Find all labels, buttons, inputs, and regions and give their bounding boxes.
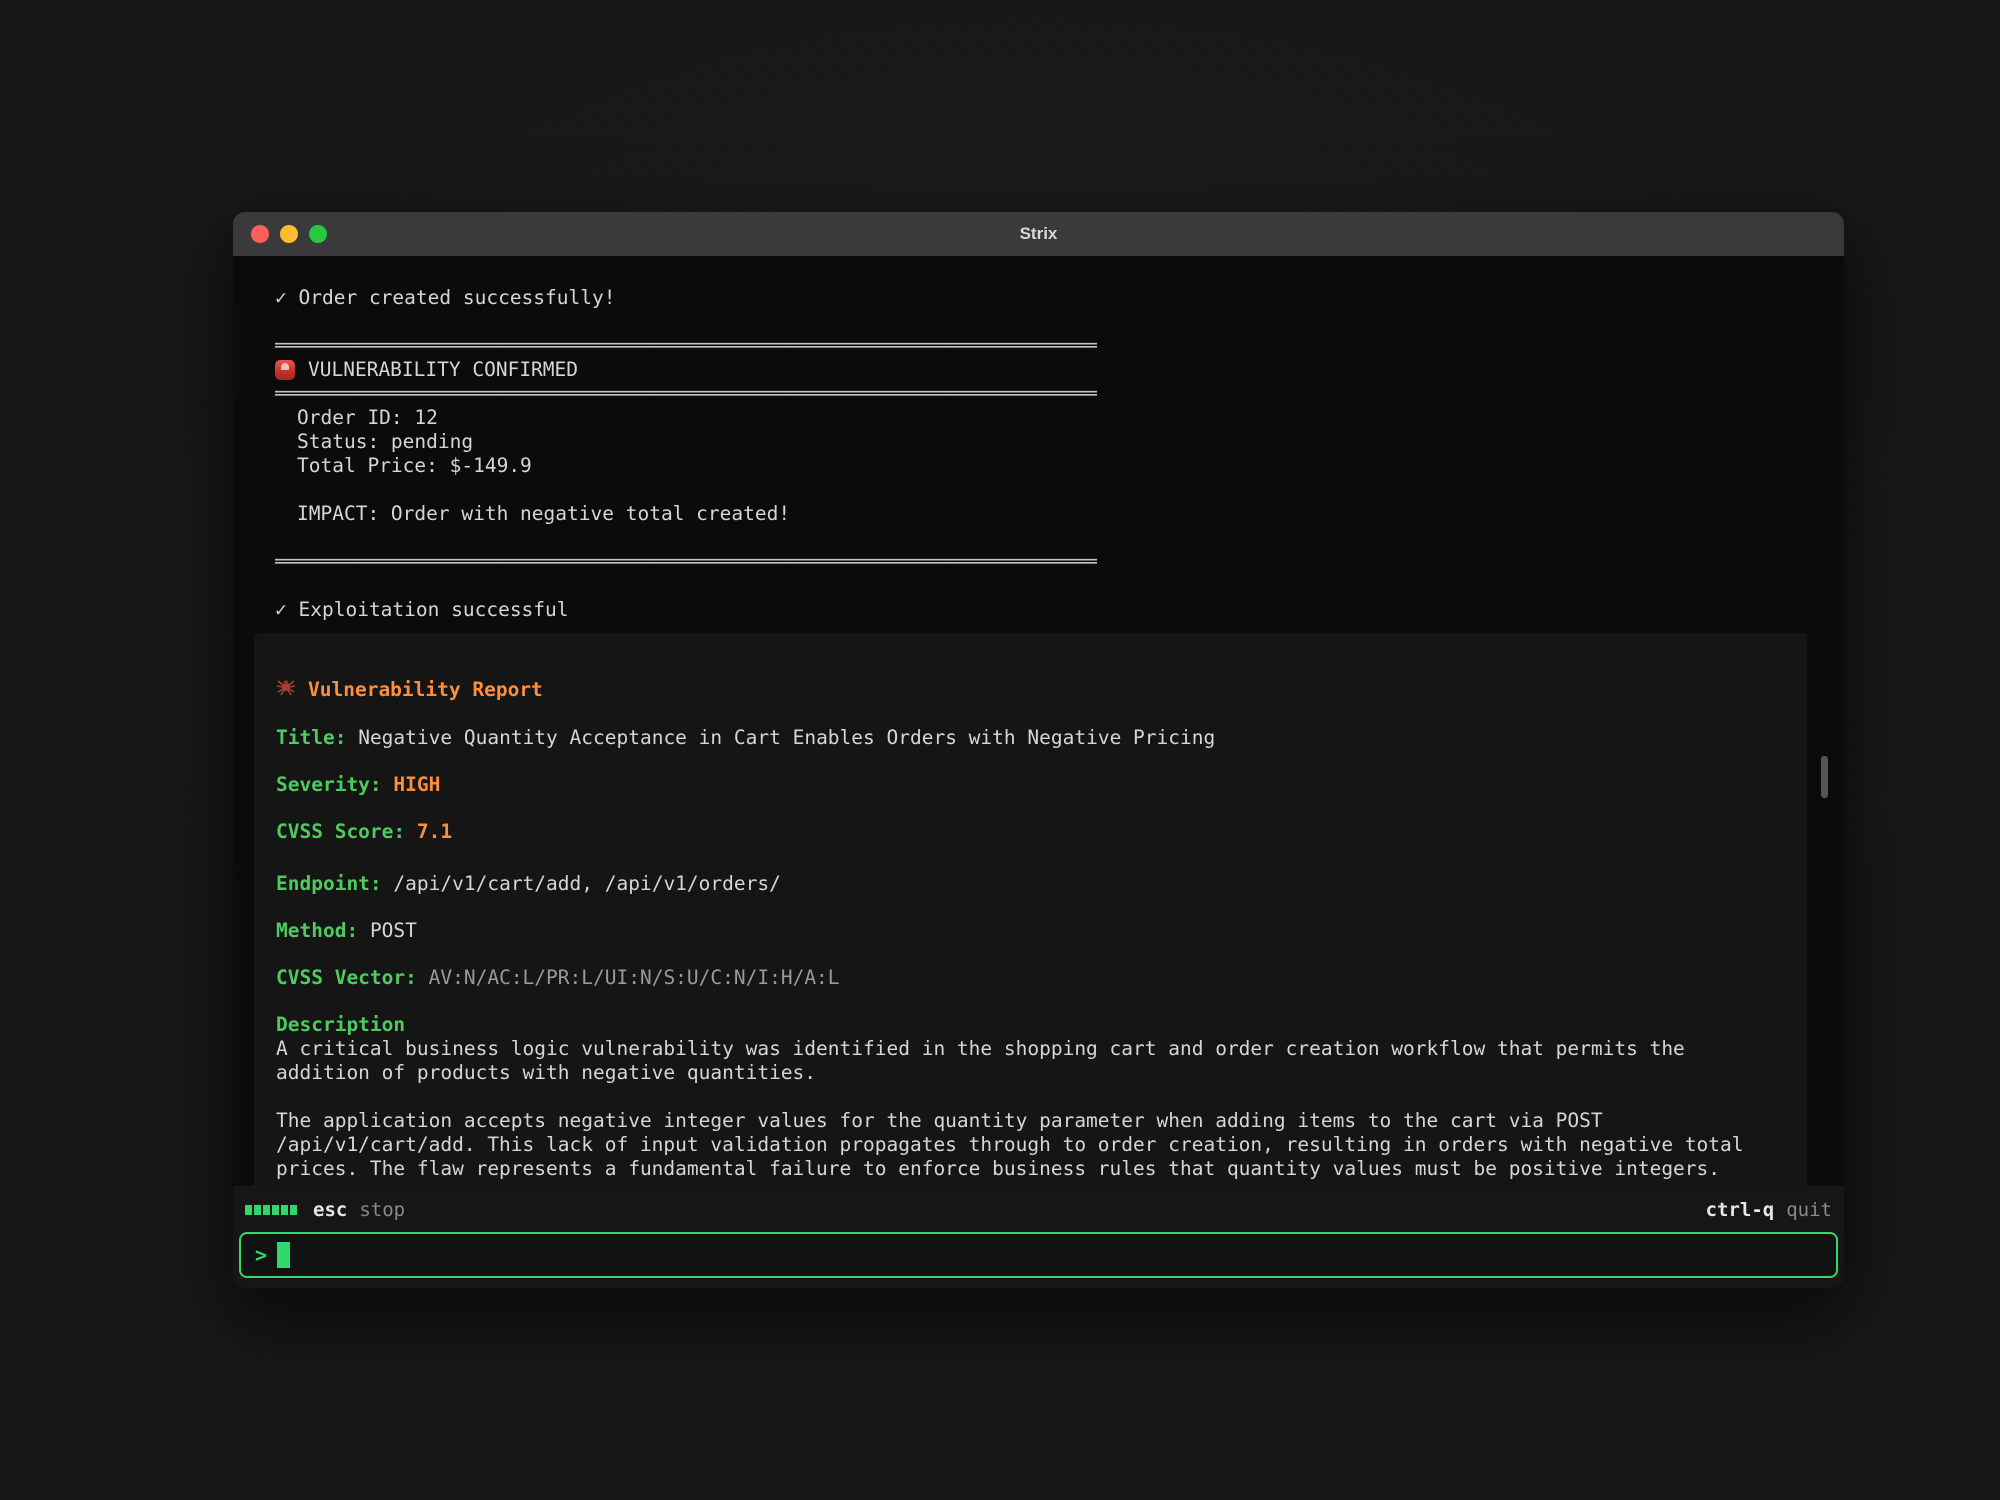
spacer [233,310,1844,334]
command-input[interactable]: > [239,1232,1838,1278]
ctrl-q-key-hint: ctrl-q [1706,1199,1775,1221]
description-paragraph: The application accepts negative integer… [276,1109,1783,1181]
strix-window: Strix ✓ Order created successfully! ════… [233,212,1844,1288]
method-label: Method: [276,919,358,942]
divider-line: ════════════════════════════════════════… [275,334,1802,358]
cvss-vector-label: CVSS Vector: [276,966,417,989]
impact-line: IMPACT: Order with negative total create… [297,502,1802,526]
report-header-text: Vulnerability Report [308,678,543,702]
order-id-line: Order ID: 12 [297,406,1802,430]
stop-label: stop [359,1199,405,1221]
check-icon: ✓ [275,598,287,621]
activity-indicator [245,1205,297,1215]
report-cvss-score-line: CVSS Score: 7.1 [276,820,1783,844]
text-cursor [277,1242,290,1268]
order-success-line: ✓ Order created successfully! [275,286,1802,310]
traffic-lights [251,225,327,243]
close-button[interactable] [251,225,269,243]
check-icon: ✓ [275,286,287,309]
order-success-text: Order created successfully! [299,286,616,309]
scrollbar-thumb[interactable] [1821,756,1828,798]
quit-label: quit [1786,1199,1832,1221]
terminal-output: ✓ Order created successfully! ══════════… [233,256,1844,1186]
titlebar[interactable]: Strix [233,212,1844,256]
title-value: Negative Quantity Acceptance in Cart Ena… [358,726,1215,749]
vulnerability-confirmed-text: VULNERABILITY CONFIRMED [308,358,578,382]
spacer [233,574,1844,598]
report-cvss-vector-line: CVSS Vector: AV:N/AC:L/PR:L/UI:N/S:U/C:N… [276,966,1783,990]
spacer [233,478,1844,502]
spacer [233,526,1844,550]
endpoint-label: Endpoint: [276,872,382,895]
exploitation-success-line: ✓ Exploitation successful [275,598,1802,622]
method-value: POST [370,919,417,942]
divider-line: ════════════════════════════════════════… [275,382,1802,406]
cvss-score-value: 7.1 [417,820,452,843]
minimize-button[interactable] [280,225,298,243]
cvss-score-label: CVSS Score: [276,820,405,843]
report-method-line: Method: POST [276,919,1783,943]
divider-line: ════════════════════════════════════════… [275,550,1802,574]
report-endpoint-line: Endpoint: /api/v1/cart/add, /api/v1/orde… [276,872,1783,896]
description-paragraph: A critical business logic vulnerability … [276,1037,1783,1085]
report-severity-line: Severity: HIGH [276,773,1783,797]
description-heading: Description [276,1013,1783,1037]
order-status-line: Status: pending [297,430,1802,454]
cvss-vector-value: AV:N/AC:L/PR:L/UI:N/S:U/C:N/I:H/A:L [429,966,840,989]
spider-icon [276,677,296,703]
total-price-line: Total Price: $-149.9 [297,454,1802,478]
exploitation-success-text: Exploitation successful [299,598,569,621]
severity-label: Severity: [276,773,382,796]
report-header: Vulnerability Report [276,677,1783,703]
bottom-bar: esc stop ctrl-q quit > [233,1186,1844,1288]
vulnerability-confirmed-line: VULNERABILITY CONFIRMED [275,358,1802,382]
title-label: Title: [276,726,346,749]
report-title-line: Title: Negative Quantity Acceptance in C… [276,726,1783,750]
endpoint-value: /api/v1/cart/add, /api/v1/orders/ [393,872,780,895]
esc-key-hint: esc [313,1199,347,1221]
vulnerability-report-panel: Vulnerability Report Title: Negative Qua… [254,633,1807,1186]
status-bar: esc stop ctrl-q quit [239,1194,1838,1226]
severity-value: HIGH [393,773,440,796]
zoom-button[interactable] [309,225,327,243]
siren-icon [275,360,295,380]
window-title: Strix [1020,224,1058,244]
prompt-symbol: > [255,1243,267,1267]
